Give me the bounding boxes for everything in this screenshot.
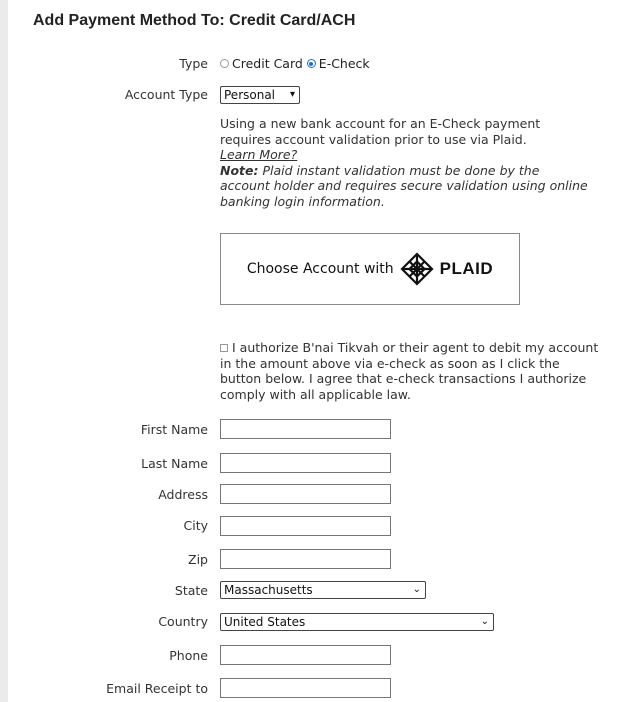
- city-input[interactable]: [220, 516, 391, 536]
- plaid-logo-icon: [400, 252, 434, 286]
- learn-more-link[interactable]: Learn More?: [220, 147, 297, 162]
- e-check-radio[interactable]: E-Check: [306, 56, 370, 71]
- country-label: Country: [158, 614, 208, 629]
- zip-input[interactable]: [220, 549, 391, 569]
- account-type-select[interactable]: Personal ▾: [220, 86, 300, 104]
- zip-label: Zip: [188, 552, 208, 567]
- chevron-down-icon: ▾: [289, 89, 295, 100]
- chevron-down-icon: ⌄: [412, 584, 421, 595]
- type-label: Type: [179, 56, 208, 71]
- email-receipt-label: Email Receipt to: [106, 681, 208, 696]
- page-title: Add Payment Method To: Credit Card/ACH: [33, 12, 356, 29]
- last-name-label: Last Name: [141, 456, 208, 471]
- credit-card-radio[interactable]: Credit Card: [220, 56, 303, 71]
- state-select[interactable]: Massachusetts ⌄: [220, 581, 426, 599]
- authorize-checkbox[interactable]: [220, 343, 228, 352]
- address-label: Address: [158, 487, 208, 502]
- radio-selected-icon: [306, 59, 316, 68]
- choose-account-plaid-button[interactable]: Choose Account with PLAID: [220, 233, 520, 305]
- state-label: State: [174, 583, 208, 598]
- address-input[interactable]: [220, 484, 391, 504]
- radio-icon: [220, 59, 229, 68]
- account-type-label: Account Type: [124, 87, 208, 102]
- authorization-text: I authorize B'nai Tikvah or their agent …: [220, 340, 599, 402]
- first-name-label: First Name: [140, 422, 208, 437]
- city-label: City: [183, 518, 209, 533]
- country-select[interactable]: United States ⌄: [220, 613, 494, 631]
- last-name-input[interactable]: [220, 453, 391, 473]
- first-name-input[interactable]: [220, 419, 391, 439]
- type-radio-group: Credit Card E-Check: [220, 56, 370, 71]
- phone-label: Phone: [169, 648, 208, 663]
- phone-input[interactable]: [220, 645, 391, 665]
- chevron-down-icon: ⌄: [480, 616, 489, 627]
- plaid-info-text: Using a new bank account for an E-Check …: [220, 116, 588, 209]
- email-receipt-input[interactable]: [220, 678, 391, 698]
